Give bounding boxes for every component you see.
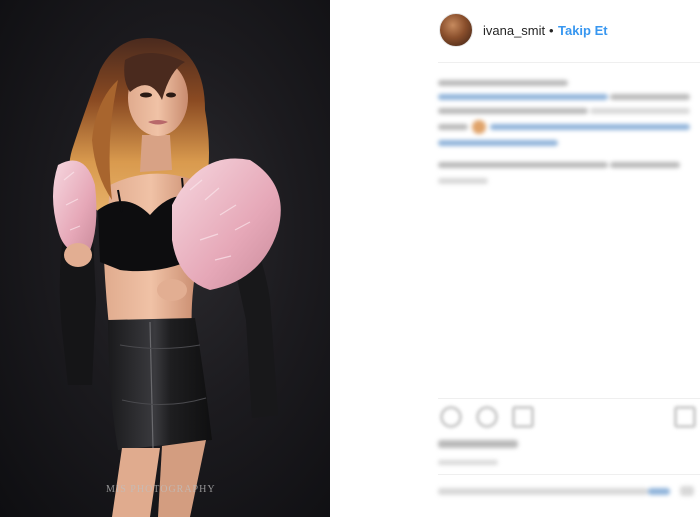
blurred-comment-input[interactable] bbox=[330, 0, 700, 517]
post-photo[interactable]: MIS PHOTOGRAPHY bbox=[0, 0, 330, 517]
post-side-panel: ivana_smit • Takip Et bbox=[330, 0, 700, 517]
photographer-watermark: MIS PHOTOGRAPHY bbox=[106, 484, 216, 495]
instagram-post: MIS PHOTOGRAPHY ivana_smit • Takip Et bbox=[0, 0, 700, 517]
model-illustration bbox=[53, 38, 281, 517]
